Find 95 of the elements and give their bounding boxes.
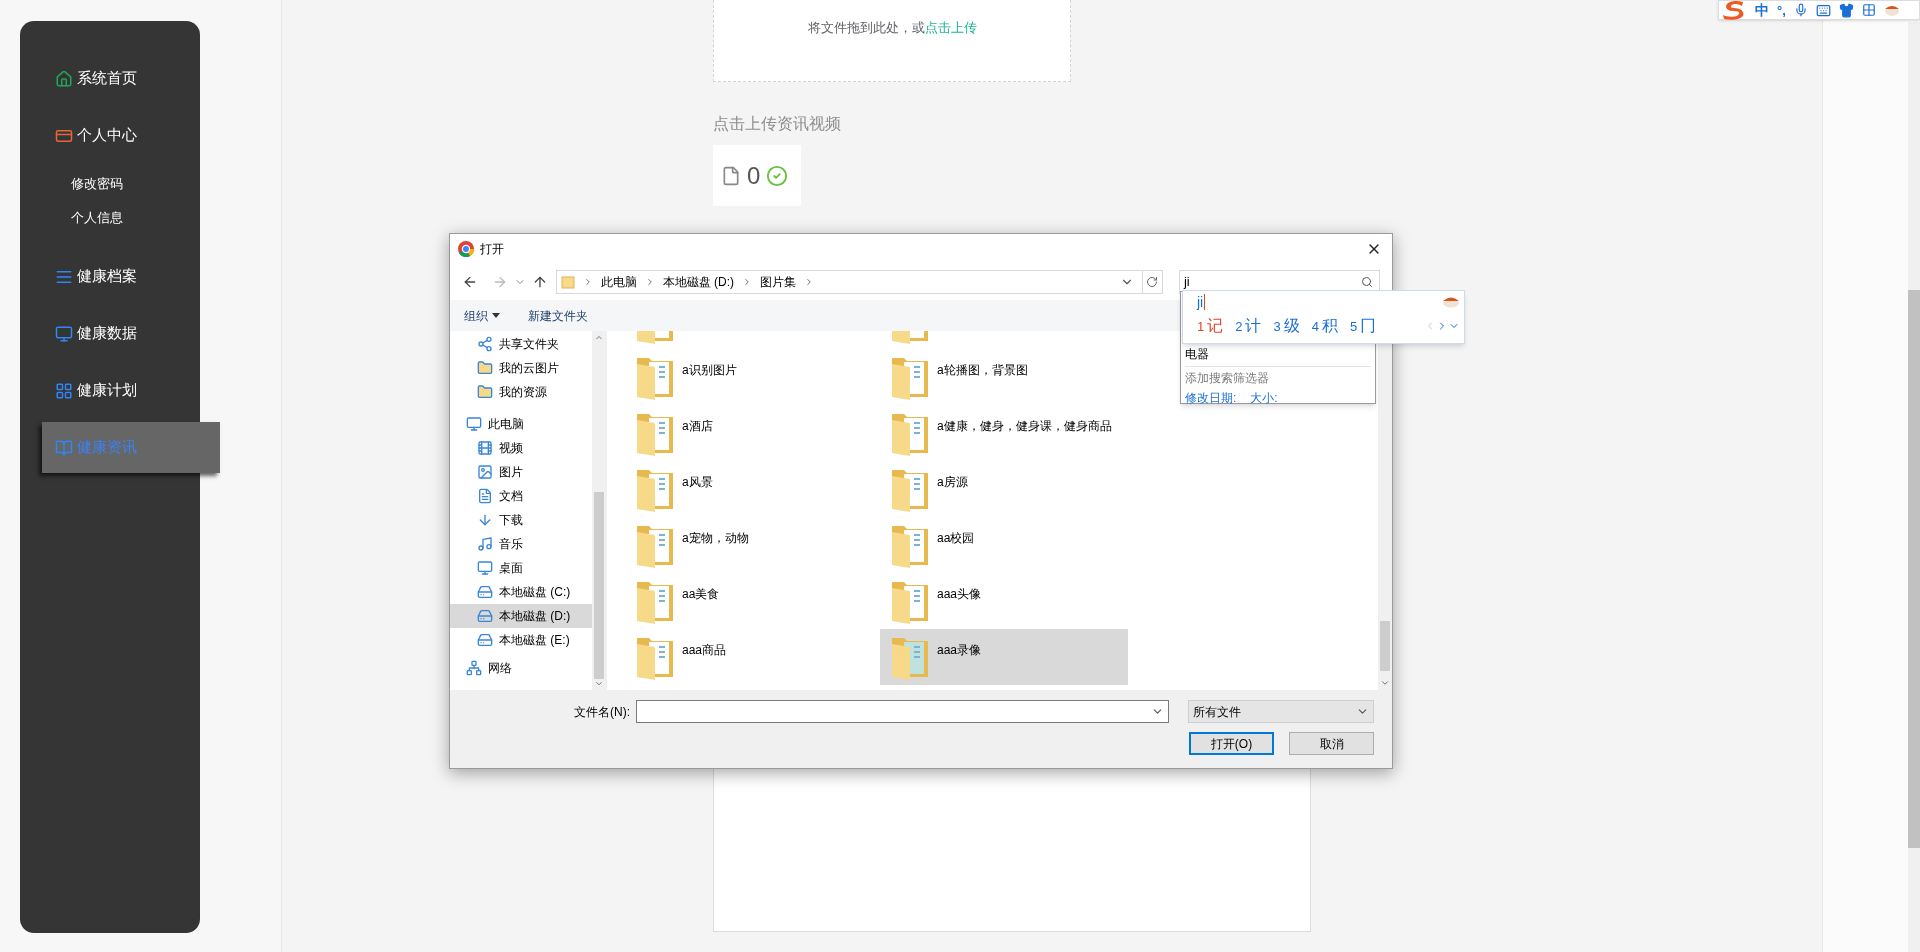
grid-icon [55, 381, 73, 400]
breadcrumb[interactable]: 此电脑 [600, 273, 637, 291]
drive-icon [477, 584, 493, 600]
search-icon [1361, 276, 1373, 288]
film-icon [477, 440, 493, 456]
folder-icon [477, 384, 493, 400]
folder-item[interactable]: aa美食 [625, 573, 873, 629]
nav-item[interactable]: 共享文件夹 [450, 332, 592, 356]
nav-item[interactable]: 本地磁盘 (E:) [450, 628, 592, 652]
back-icon[interactable] [462, 274, 478, 290]
address-bar[interactable]: 此电脑 本地磁盘 (D:) 图片集 [555, 270, 1163, 294]
monitor-icon [55, 324, 73, 343]
nav-item[interactable]: 我的资源 [450, 380, 592, 404]
file-type-select[interactable]: 所有文件 [1188, 700, 1374, 723]
toolbar-button[interactable]: 组织 [464, 306, 500, 325]
keyboard-icon[interactable] [1815, 2, 1831, 18]
ime-candidate[interactable]: 3 级 [1273, 314, 1300, 338]
nav-item[interactable]: 此电脑 [450, 412, 592, 436]
folder-item[interactable]: a宠物，动物 [625, 517, 873, 573]
breadcrumb[interactable]: 图片集 [760, 273, 797, 291]
folder-item[interactable]: a酒店 [625, 405, 873, 461]
scrollbar-thumb[interactable] [1908, 290, 1920, 848]
desktop-icon [477, 560, 493, 576]
shirt-icon[interactable] [1838, 2, 1854, 18]
filename-label: 文件名(N): [574, 703, 630, 721]
ime-composition: ji [1197, 294, 1206, 310]
book-icon [55, 438, 73, 457]
ime-candidate[interactable]: 5 冂 [1349, 314, 1377, 338]
folder-item[interactable]: aaa录像 [880, 629, 1128, 685]
microphone-icon[interactable] [1793, 3, 1808, 17]
sidebar-item[interactable]: 健康计划 [42, 365, 220, 416]
sidebar-item[interactable]: 系统首页 [42, 53, 220, 104]
folder-item[interactable]: a健康，健身，健身课，健身商品 [880, 405, 1128, 461]
scrollbar-thumb[interactable] [1380, 621, 1390, 671]
browser-logo-icon [458, 241, 474, 257]
music-icon [477, 536, 493, 552]
nav-item[interactable]: 图片 [450, 460, 592, 484]
file-icon [721, 164, 741, 187]
upload-dropzone[interactable]: 将文件拖到此处，或点击上传 [713, 0, 1071, 82]
nav-scrollbar[interactable] [592, 331, 606, 690]
scroll-down-icon[interactable] [1380, 678, 1390, 688]
folder-icon [477, 360, 493, 376]
nav-item[interactable]: 我的云图片 [450, 356, 592, 380]
sidebar-item[interactable]: 健康档案 [42, 251, 220, 302]
folder-item[interactable]: a识别图片 [625, 349, 873, 405]
folder-item[interactable]: aaa头像 [880, 573, 1128, 629]
ime-candidate[interactable]: 4 积 [1311, 314, 1338, 338]
document-icon [477, 488, 493, 504]
page-scrollbar[interactable] [1908, 22, 1920, 952]
window-title: 打开 [480, 241, 504, 258]
nav-item[interactable]: 视频 [450, 436, 592, 460]
section-title: 点击上传资讯视频 [713, 114, 842, 134]
folder-icon [560, 275, 575, 289]
nav-item[interactable]: 网络 [450, 656, 592, 680]
file-count: 0 [747, 160, 761, 191]
network-icon [466, 660, 482, 676]
ime-candidate[interactable]: 2 计 [1235, 314, 1262, 338]
grid-icon[interactable] [1861, 3, 1876, 17]
nav-item[interactable]: 本地磁盘 (D:) [450, 604, 592, 628]
ime-mode[interactable]: 中 [1755, 3, 1769, 17]
folder-item[interactable]: aa校园 [880, 517, 1128, 573]
filename-field[interactable] [636, 700, 1169, 723]
suggestion-item[interactable]: 电器 [1185, 346, 1375, 362]
sidebar-item[interactable]: 个人中心 [42, 110, 220, 161]
computer-icon [466, 416, 482, 432]
folder-item[interactable]: a风景 [625, 461, 873, 517]
sidebar-subitem[interactable]: 个人信息 [20, 201, 200, 235]
home-icon [55, 69, 73, 88]
ime-punctuation[interactable]: °, [1777, 3, 1786, 17]
toolbar-button[interactable]: 新建文件夹 [528, 306, 588, 325]
scrollbar-thumb[interactable] [594, 492, 604, 679]
download-icon [477, 512, 493, 528]
folder-item[interactable]: aaa商品 [625, 629, 873, 685]
drive-icon [477, 632, 493, 648]
filter-link[interactable]: 修改日期: [1185, 390, 1237, 406]
upload-hint: 将文件拖到此处，或点击上传 [807, 19, 977, 37]
nav-item[interactable]: 桌面 [450, 556, 592, 580]
image-icon [477, 464, 493, 480]
drive-icon [477, 608, 493, 624]
refresh-icon [1146, 276, 1159, 288]
folder-item[interactable]: a房源 [880, 461, 1128, 517]
share-icon [477, 336, 493, 352]
ime-candidate[interactable]: 1 记 [1197, 314, 1224, 338]
filter-heading: 添加搜索筛选器 [1185, 370, 1270, 386]
sidebar-subitem[interactable]: 修改密码 [20, 167, 200, 201]
nav-item[interactable]: 音乐 [450, 532, 592, 556]
folder-item[interactable]: a轮播图，背景图 [880, 349, 1128, 405]
sidebar-item[interactable]: 健康数据 [42, 308, 220, 359]
filter-link[interactable]: 大小: [1250, 390, 1278, 406]
dialog-button[interactable]: 打开(O) [1189, 732, 1274, 755]
breadcrumb[interactable]: 本地磁盘 (D:) [662, 273, 735, 291]
nav-item[interactable]: 下载 [450, 508, 592, 532]
nav-item[interactable]: 本地磁盘 (C:) [450, 580, 592, 604]
nav-item[interactable]: 文档 [450, 484, 592, 508]
dialog-button[interactable]: 取消 [1289, 732, 1374, 755]
